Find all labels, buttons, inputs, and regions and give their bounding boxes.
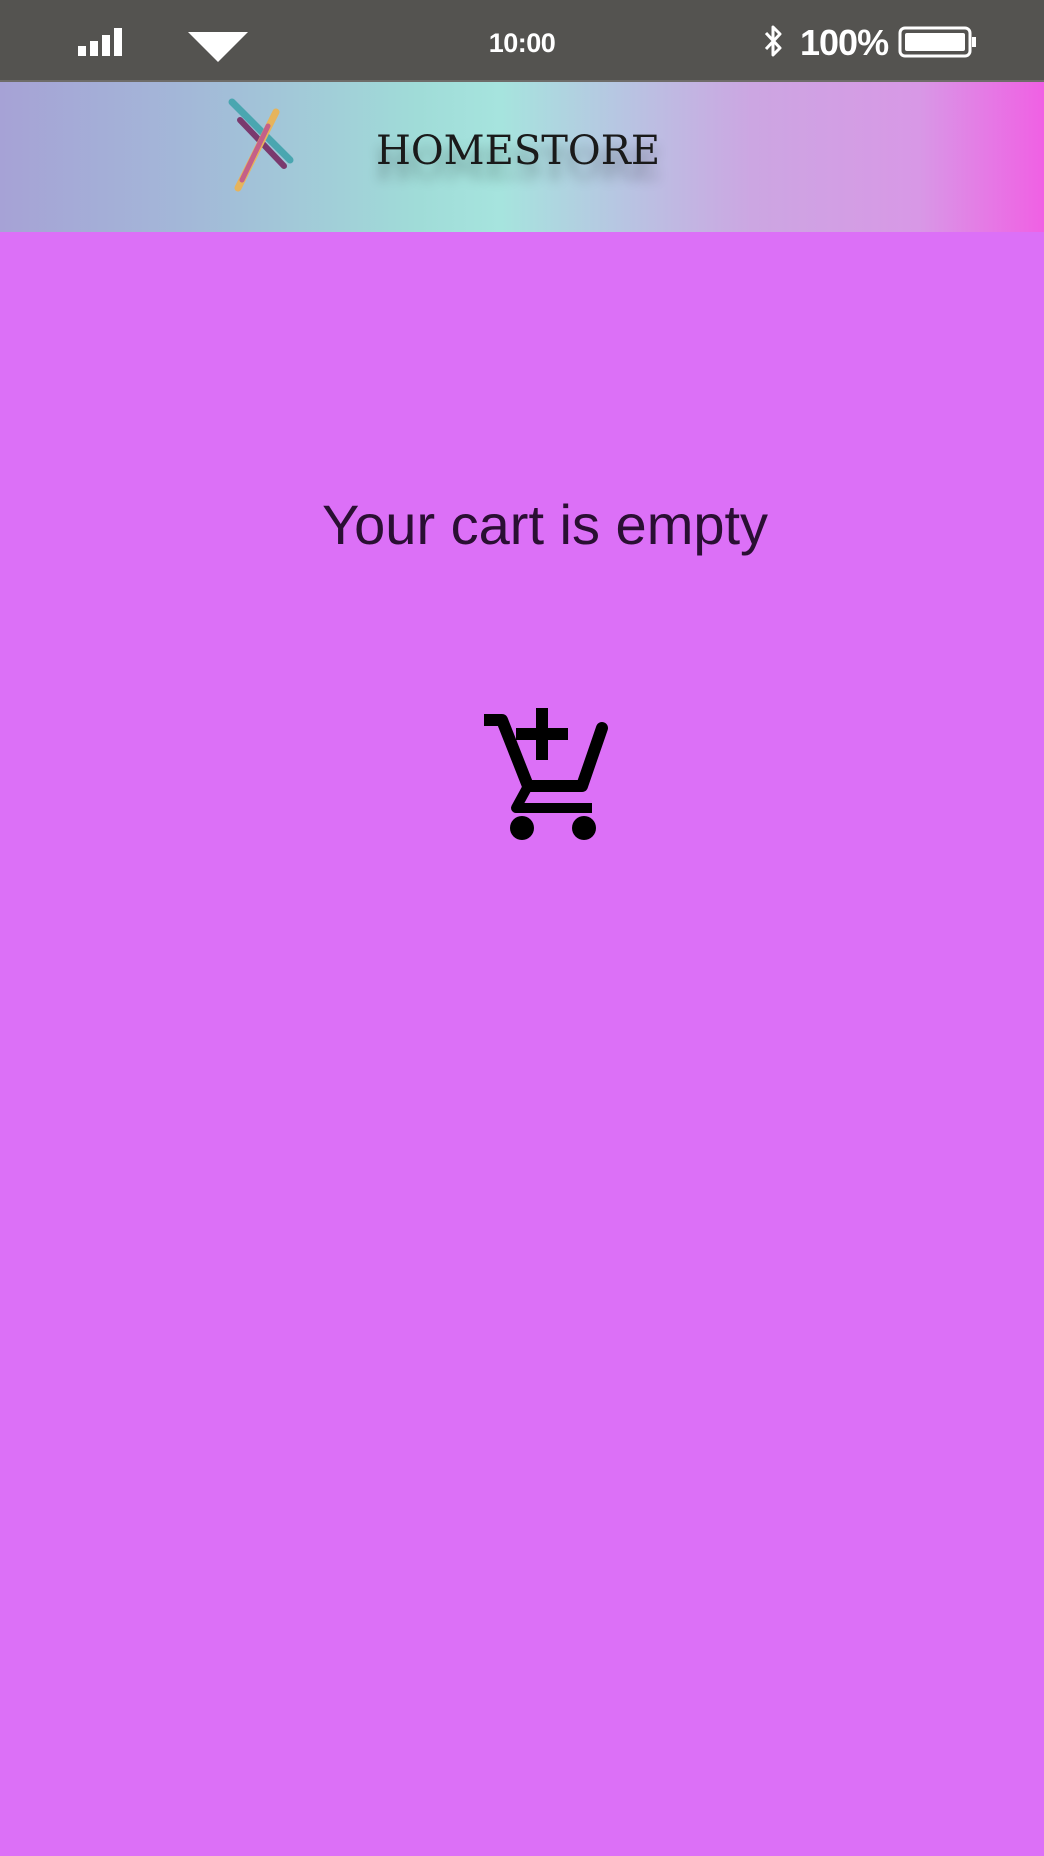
battery-icon <box>898 26 976 58</box>
homestore-logo <box>228 98 294 192</box>
status-bar: 10:00 100% <box>0 0 1044 82</box>
add-shopping-cart-icon[interactable] <box>480 704 610 844</box>
app-header: HOMESTORE <box>0 82 1044 232</box>
brand-title: HOMESTORE <box>376 128 661 174</box>
battery-percent: 100% <box>800 22 889 63</box>
bluetooth-icon <box>764 25 782 57</box>
empty-cart-message: Your cart is empty <box>321 493 769 556</box>
